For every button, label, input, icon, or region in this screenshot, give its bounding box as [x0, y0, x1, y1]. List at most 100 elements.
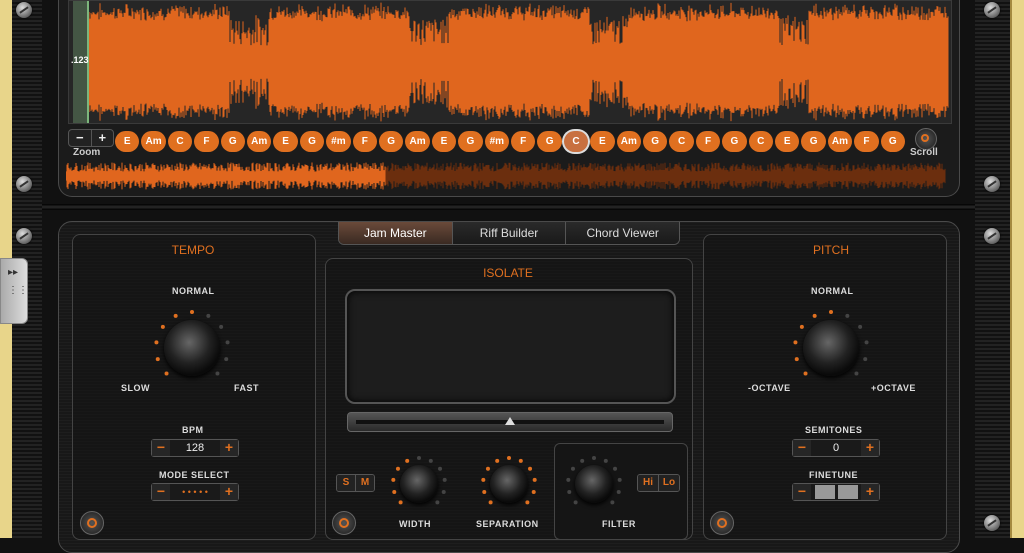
chord-timeline: E Am C F G Am E G #m F G Am E G #m F G C E Am G C F G C E G Am F G — [114, 131, 906, 153]
semitones-value[interactable]: 0 — [811, 442, 861, 454]
chord-marker[interactable]: F — [854, 131, 879, 152]
chord-marker[interactable]: E — [431, 131, 457, 152]
chord-marker[interactable]: Am — [141, 131, 166, 152]
scroll-label: Scroll — [910, 147, 938, 158]
finetune-label: FINETUNE — [809, 470, 858, 480]
chord-marker[interactable]: G — [537, 131, 562, 152]
chord-marker[interactable]: F — [695, 131, 721, 152]
solo-mute-toggle: S M — [336, 474, 375, 492]
chord-marker[interactable]: G — [379, 131, 404, 152]
tempo-power-button[interactable] — [80, 511, 104, 535]
chord-marker[interactable]: F — [194, 131, 219, 152]
width-label: WIDTH — [399, 519, 431, 529]
isolate-pan-slider[interactable] — [347, 412, 673, 432]
overview-graphic — [65, 162, 946, 190]
lo-button[interactable]: Lo — [658, 475, 679, 491]
bpm-increase-button[interactable]: + — [220, 440, 238, 456]
chord-marker[interactable]: G — [801, 131, 826, 152]
slider-thumb[interactable] — [505, 417, 515, 425]
double-chevron-right-icon: ▸▸ — [8, 267, 19, 278]
right-rack-strip — [975, 0, 1012, 538]
tempo-knob[interactable] — [164, 320, 220, 376]
tempo-title: TEMPO — [171, 243, 215, 257]
chord-marker[interactable]: Am — [247, 131, 272, 152]
bpm-label: BPM — [182, 425, 204, 435]
screw-icon — [16, 2, 32, 18]
chord-marker[interactable]: E — [273, 131, 298, 152]
screw-icon — [984, 515, 1000, 531]
separation-label: SEPARATION — [476, 519, 539, 529]
chord-marker[interactable]: Am — [616, 131, 641, 152]
finetune-meter[interactable] — [811, 485, 861, 499]
mode-tabs: Jam Master Riff Builder Chord Viewer — [338, 222, 680, 245]
chord-marker[interactable]: #m — [326, 131, 351, 152]
mode-previous-button[interactable]: − — [152, 484, 170, 500]
tab-chord-viewer[interactable]: Chord Viewer — [565, 222, 679, 244]
chord-marker[interactable]: G — [880, 131, 905, 152]
chord-marker[interactable]: Am — [405, 131, 430, 152]
chord-marker[interactable]: G — [220, 131, 245, 152]
screw-icon — [984, 2, 1000, 18]
chord-marker[interactable]: G — [722, 131, 747, 152]
tempo-slow-label: SLOW — [121, 383, 150, 393]
separation-knob[interactable] — [490, 465, 528, 503]
mode-select-stepper: − • • • • • + — [151, 483, 239, 501]
semitones-increase-button[interactable]: + — [861, 440, 879, 456]
chord-marker[interactable]: F — [352, 131, 377, 152]
main-waveform[interactable]: .123 — [68, 0, 952, 124]
mode-next-button[interactable]: + — [220, 484, 238, 500]
semitones-label: SEMITONES — [805, 425, 863, 435]
filter-knob[interactable] — [575, 465, 613, 503]
pitch-knob[interactable] — [803, 320, 859, 376]
chord-marker[interactable]: C — [748, 131, 773, 152]
zoom-control: − + — [68, 129, 114, 147]
tempo-fast-label: FAST — [234, 383, 260, 393]
pitch-normal-label: NORMAL — [811, 286, 854, 296]
grip-icon: ⋮⋮ — [8, 285, 28, 296]
chord-marker[interactable]: G — [458, 131, 483, 152]
mute-button[interactable]: M — [355, 475, 374, 491]
playhead-time: .123 — [71, 55, 89, 65]
pitch-power-button[interactable] — [710, 511, 734, 535]
overview-waveform[interactable] — [65, 160, 952, 192]
tempo-normal-label: NORMAL — [172, 286, 215, 296]
semitones-decrease-button[interactable]: − — [793, 440, 811, 456]
finetune-stepper: − + — [792, 483, 880, 501]
chord-marker[interactable]: F — [511, 131, 536, 152]
pitch-minus-octave-label: -OCTAVE — [748, 383, 791, 393]
bpm-decrease-button[interactable]: − — [152, 440, 170, 456]
pitch-plus-octave-label: +OCTAVE — [871, 383, 916, 393]
chord-marker[interactable]: E — [590, 131, 615, 152]
zoom-in-button[interactable]: + — [90, 130, 114, 146]
chord-marker[interactable]: Am — [827, 131, 853, 152]
chord-marker[interactable]: G — [643, 131, 668, 152]
zoom-label: Zoom — [73, 147, 101, 158]
finetune-increase-button[interactable]: + — [861, 484, 879, 500]
bpm-value[interactable]: 128 — [170, 442, 220, 454]
collapse-panel-handle[interactable]: ▸▸ ⋮⋮ — [0, 258, 28, 324]
chord-marker[interactable]: C — [563, 131, 589, 152]
chord-marker[interactable]: #m — [484, 131, 509, 152]
screw-icon — [984, 228, 1000, 244]
chord-marker[interactable]: E — [775, 131, 800, 152]
chord-marker[interactable]: E — [115, 131, 140, 152]
screw-icon — [984, 176, 1000, 192]
tab-jam-master[interactable]: Jam Master — [339, 222, 452, 244]
chord-marker[interactable]: C — [669, 131, 694, 152]
semitones-stepper: − 0 + — [792, 439, 880, 457]
solo-button[interactable]: S — [337, 475, 355, 491]
hi-button[interactable]: Hi — [638, 475, 658, 491]
width-knob[interactable] — [400, 465, 438, 503]
pitch-title: PITCH — [813, 243, 849, 257]
zoom-out-button[interactable]: − — [69, 130, 91, 146]
rack-divider — [42, 204, 975, 210]
filter-label: FILTER — [602, 519, 636, 529]
chord-marker[interactable]: C — [167, 131, 193, 152]
chord-marker[interactable]: G — [299, 131, 325, 152]
screw-icon — [16, 176, 32, 192]
isolate-title: ISOLATE — [483, 266, 533, 280]
waveform-graphic — [88, 2, 949, 122]
tab-riff-builder[interactable]: Riff Builder — [451, 222, 566, 244]
isolate-power-button[interactable] — [332, 511, 356, 535]
finetune-decrease-button[interactable]: − — [793, 484, 811, 500]
